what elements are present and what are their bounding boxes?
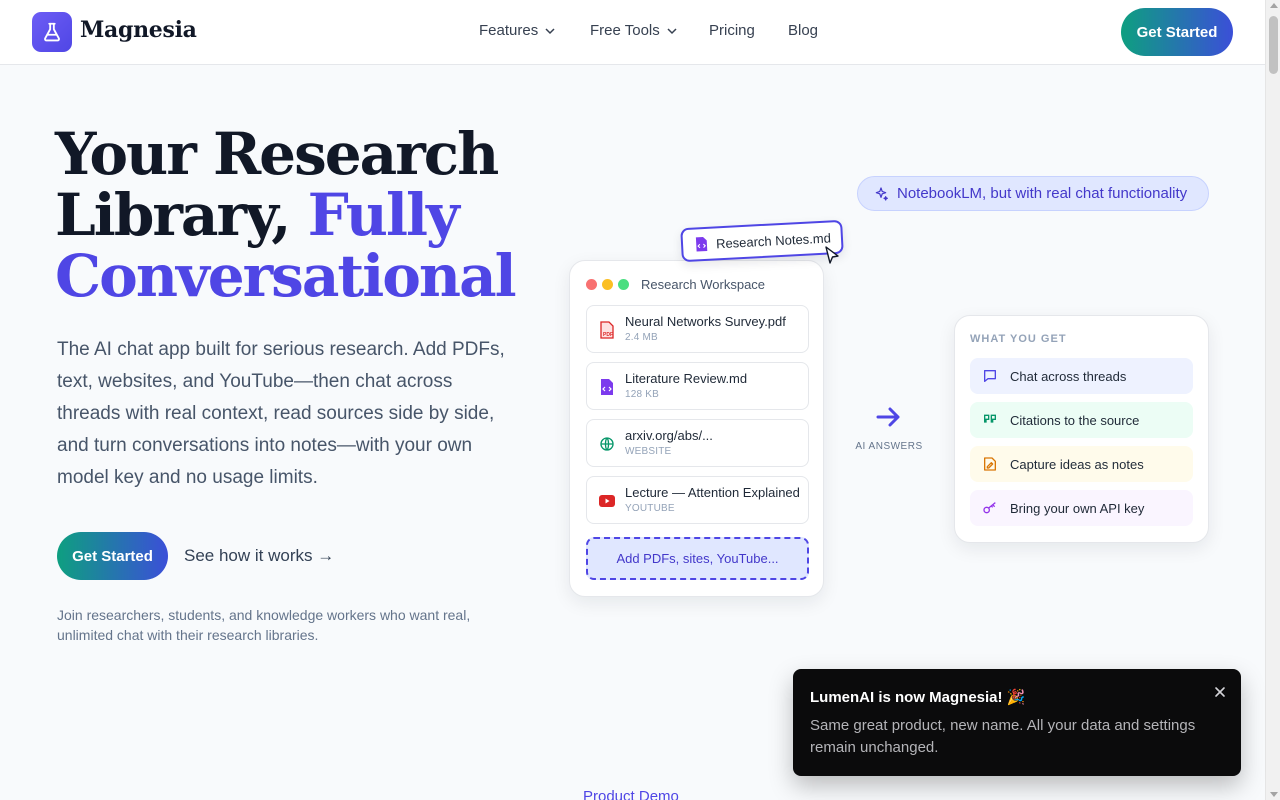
hero-description: The AI chat app built for serious resear… — [57, 339, 505, 488]
see-how-it-works-link[interactable]: See how it works → — [184, 546, 334, 566]
source-meta: WEBSITE — [625, 446, 672, 457]
markdown-file-icon — [598, 378, 616, 396]
scroll-up-arrow-icon[interactable] — [1270, 3, 1278, 8]
hero-title-accent-1: Fully — [307, 181, 460, 249]
nav-pricing[interactable]: Pricing — [709, 22, 755, 39]
nav-features-label: Features — [479, 22, 539, 39]
nav-free-tools-label: Free Tools — [590, 22, 660, 39]
toast-body: Same great product, new name. All your d… — [810, 717, 1196, 756]
source-name: Lecture — Attention Explained — [625, 485, 800, 500]
hero-title-accent-2: Conversational — [55, 242, 517, 310]
benefit-citations: Citations to the source — [970, 402, 1193, 438]
window-dot-green — [618, 279, 629, 290]
source-item-website[interactable]: arxiv.org/abs/... WEBSITE — [586, 419, 809, 467]
hero-get-started-button[interactable]: Get Started — [57, 532, 168, 580]
benefit-label: Bring your own API key — [1010, 500, 1145, 516]
benefit-chat-across-threads: Chat across threads — [970, 358, 1193, 394]
benefit-capture-notes: Capture ideas as notes — [970, 446, 1193, 482]
source-item-markdown[interactable]: Literature Review.md 128 KB — [586, 362, 809, 410]
hero-title-line2: Library, — [55, 181, 291, 249]
benefit-label: Capture ideas as notes — [1010, 456, 1144, 472]
source-meta: YOUTUBE — [625, 503, 675, 514]
hero-subtext: Join researchers, students, and knowledg… — [57, 607, 471, 643]
benefits-heading: WHAT YOU GET — [970, 333, 1067, 345]
add-sources-dropzone[interactable]: Add PDFs, sites, YouTube... — [586, 537, 809, 580]
nav-get-started-button[interactable]: Get Started — [1121, 8, 1233, 56]
mouse-cursor-icon — [825, 246, 839, 264]
arrow-right-icon — [876, 407, 900, 427]
chevron-down-icon — [545, 27, 555, 34]
page-scrollbar[interactable] — [1265, 0, 1280, 800]
scroll-down-arrow-icon[interactable] — [1270, 792, 1278, 797]
window-dot-red — [586, 279, 597, 290]
source-name: Neural Networks Survey.pdf — [625, 314, 786, 329]
dragged-file-chip[interactable]: Research Notes.md — [680, 219, 844, 263]
nav-free-tools[interactable]: Free Tools — [590, 22, 678, 39]
hero-title-line1: Your Research — [55, 120, 499, 188]
workspace-title: Research Workspace — [641, 277, 766, 292]
pdf-icon: PDF — [598, 321, 616, 339]
source-meta: 128 KB — [625, 389, 660, 400]
markdown-file-icon — [695, 236, 708, 252]
what-you-get-card: WHAT YOU GET Chat across threads Citatio… — [954, 315, 1209, 543]
window-controls — [586, 279, 629, 290]
quote-icon — [984, 414, 996, 423]
sparkle-icon — [875, 186, 888, 201]
source-item-pdf[interactable]: PDF Neural Networks Survey.pdf 2.4 MB — [586, 305, 809, 353]
window-dot-yellow — [602, 279, 613, 290]
product-demo-label: Product Demo — [583, 788, 679, 800]
rebrand-toast: LumenAI is now Magnesia! 🎉 Same great pr… — [793, 669, 1241, 776]
source-item-youtube[interactable]: Lecture — Attention Explained YOUTUBE — [586, 476, 809, 524]
brand-name[interactable]: Magnesia — [80, 17, 197, 43]
notebooklm-pill-badge: NotebookLM, but with real chat functiona… — [857, 176, 1209, 211]
nav-features[interactable]: Features — [479, 22, 556, 39]
svg-text:PDF: PDF — [603, 332, 613, 338]
benefit-label: Chat across threads — [1010, 368, 1127, 384]
benefit-label: Citations to the source — [1010, 412, 1140, 428]
benefit-api-key: Bring your own API key — [970, 490, 1193, 526]
ai-answers-arrow: AI ANSWERS — [852, 404, 926, 452]
key-icon — [983, 502, 996, 514]
research-workspace-card: Research Workspace PDF Neural Networks S… — [569, 260, 824, 597]
toast-title: LumenAI is now Magnesia! 🎉 — [810, 689, 1026, 706]
close-icon[interactable] — [1211, 683, 1229, 701]
ai-answers-label: AI ANSWERS — [855, 441, 923, 452]
globe-icon — [598, 435, 616, 453]
pill-text: NotebookLM, but with real chat functiona… — [897, 185, 1188, 202]
youtube-icon — [598, 492, 616, 510]
source-meta: 2.4 MB — [625, 332, 658, 343]
top-navbar: Magnesia Features Free Tools Pricing Blo… — [0, 0, 1265, 65]
flask-logo-icon[interactable] — [32, 12, 72, 52]
note-edit-icon — [984, 457, 996, 471]
source-name: Literature Review.md — [625, 371, 748, 386]
chevron-down-icon — [667, 27, 677, 34]
chat-bubble-icon — [984, 370, 996, 382]
hero-title: Your Research Library, Fully Conversatio… — [55, 124, 535, 307]
nav-blog[interactable]: Blog — [788, 22, 818, 39]
dragged-file-name: Research Notes.md — [715, 229, 832, 251]
scroll-thumb[interactable] — [1269, 16, 1278, 74]
source-name: arxiv.org/abs/... — [625, 428, 713, 443]
